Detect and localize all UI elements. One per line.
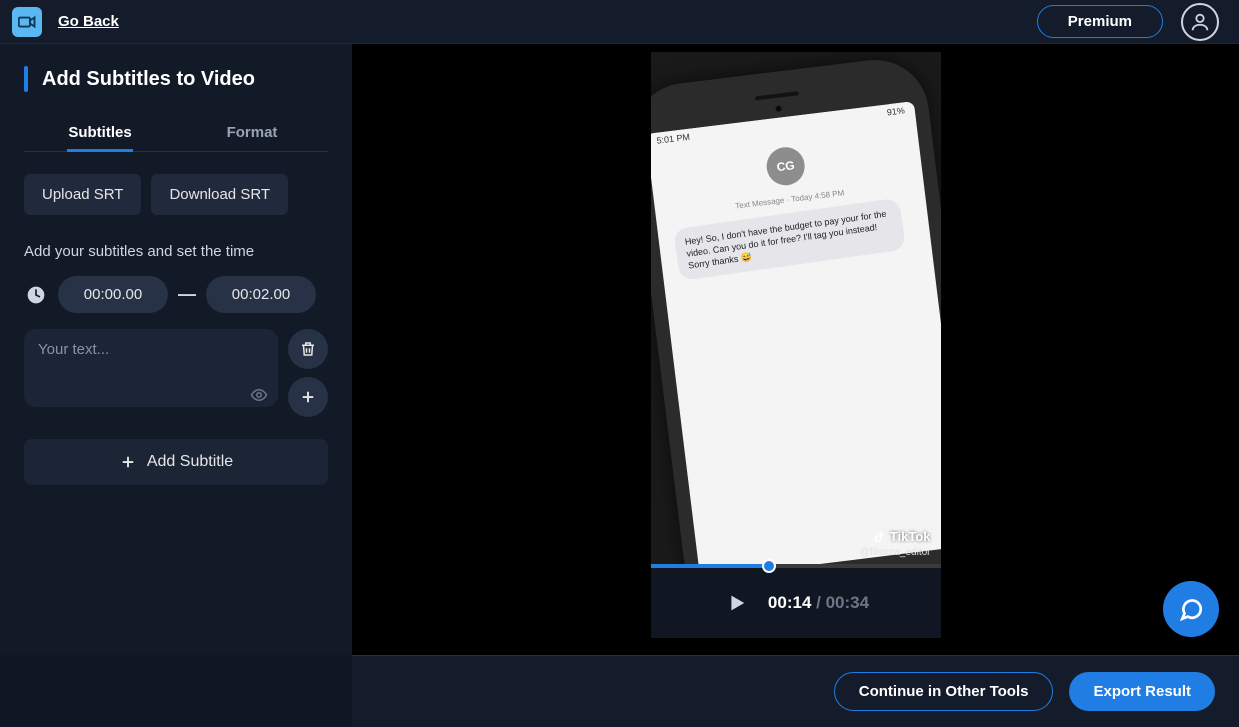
phone-status-battery: 91% xyxy=(886,105,906,123)
header: Go Back Premium xyxy=(0,0,1239,44)
trash-icon xyxy=(299,340,317,358)
help-chat-button[interactable] xyxy=(1163,581,1219,637)
page-title: Add Subtitles to Video xyxy=(42,68,255,91)
main-area: Add Subtitles to Video Subtitles Format … xyxy=(0,44,1239,655)
time-dash: — xyxy=(178,284,196,305)
sidebar-title-wrap: Add Subtitles to Video xyxy=(24,66,328,92)
tiktok-handle: @filmora_editor xyxy=(860,547,931,558)
add-subtitle-button[interactable]: Add Subtitle xyxy=(24,439,328,485)
subtitle-side-buttons xyxy=(288,329,328,417)
upload-srt-button[interactable]: Upload SRT xyxy=(24,174,141,215)
footer-bar: Continue in Other Tools Export Result xyxy=(352,655,1239,727)
export-result-button[interactable]: Export Result xyxy=(1069,672,1215,711)
premium-button[interactable]: Premium xyxy=(1037,5,1163,38)
clock-icon xyxy=(24,283,48,307)
tab-format[interactable]: Format xyxy=(176,114,328,151)
tiktok-icon xyxy=(872,530,886,544)
go-back-link[interactable]: Go Back xyxy=(58,13,119,30)
video-controls: 00:14 / 00:34 xyxy=(651,568,941,638)
phone-camera-dot xyxy=(775,105,782,112)
add-subtitle-label: Add Subtitle xyxy=(147,453,233,471)
video-progress-track[interactable] xyxy=(651,564,941,568)
subtitle-text-wrap xyxy=(24,329,278,412)
phone-screen: 5:01 PM 91% CG Text Message · Today 4:58… xyxy=(651,101,941,564)
video-progress-thumb[interactable] xyxy=(762,559,776,573)
current-time: 00:14 xyxy=(768,593,811,612)
download-srt-button[interactable]: Download SRT xyxy=(151,174,288,215)
phone-status-time: 5:01 PM xyxy=(655,132,690,152)
tiktok-watermark: TikTok xyxy=(872,529,931,544)
time-row: — xyxy=(24,276,328,313)
video-frame[interactable]: 5:01 PM 91% CG Text Message · Today 4:58… xyxy=(651,52,941,564)
contact-avatar: CG xyxy=(764,145,806,187)
srt-buttons-row: Upload SRT Download SRT xyxy=(24,174,328,215)
phone-mock: 5:01 PM 91% CG Text Message · Today 4:58… xyxy=(651,54,941,564)
play-icon xyxy=(725,592,747,614)
instruction-text: Add your subtitles and set the time xyxy=(24,243,328,260)
title-accent-bar xyxy=(24,66,28,92)
visibility-icon[interactable] xyxy=(250,386,268,404)
continue-other-tools-button[interactable]: Continue in Other Tools xyxy=(834,672,1054,711)
plus-icon xyxy=(299,388,317,406)
subtitle-text-input[interactable] xyxy=(24,329,278,407)
camera-icon xyxy=(18,15,36,29)
profile-button[interactable] xyxy=(1181,3,1219,41)
subtitle-text-row xyxy=(24,329,328,417)
delete-subtitle-button[interactable] xyxy=(288,329,328,369)
time-display: 00:14 / 00:34 xyxy=(768,593,869,613)
header-left: Go Back xyxy=(12,7,119,37)
header-right: Premium xyxy=(1037,3,1219,41)
add-below-button[interactable] xyxy=(288,377,328,417)
sidebar: Add Subtitles to Video Subtitles Format … xyxy=(0,44,352,655)
start-time-input[interactable] xyxy=(58,276,168,313)
plus-icon xyxy=(119,453,137,471)
chat-icon xyxy=(1178,596,1204,622)
tab-subtitles[interactable]: Subtitles xyxy=(24,114,176,151)
time-separator: / xyxy=(816,593,825,612)
end-time-input[interactable] xyxy=(206,276,316,313)
total-time: 00:34 xyxy=(826,593,869,612)
phone-speaker xyxy=(754,91,798,100)
play-button[interactable] xyxy=(722,589,750,617)
video-preview-area: 5:01 PM 91% CG Text Message · Today 4:58… xyxy=(352,44,1239,655)
user-icon xyxy=(1189,11,1211,33)
tiktok-brand-text: TikTok xyxy=(890,529,931,544)
video-progress-fill xyxy=(651,564,770,568)
tab-bar: Subtitles Format xyxy=(24,114,328,152)
app-logo[interactable] xyxy=(12,7,42,37)
